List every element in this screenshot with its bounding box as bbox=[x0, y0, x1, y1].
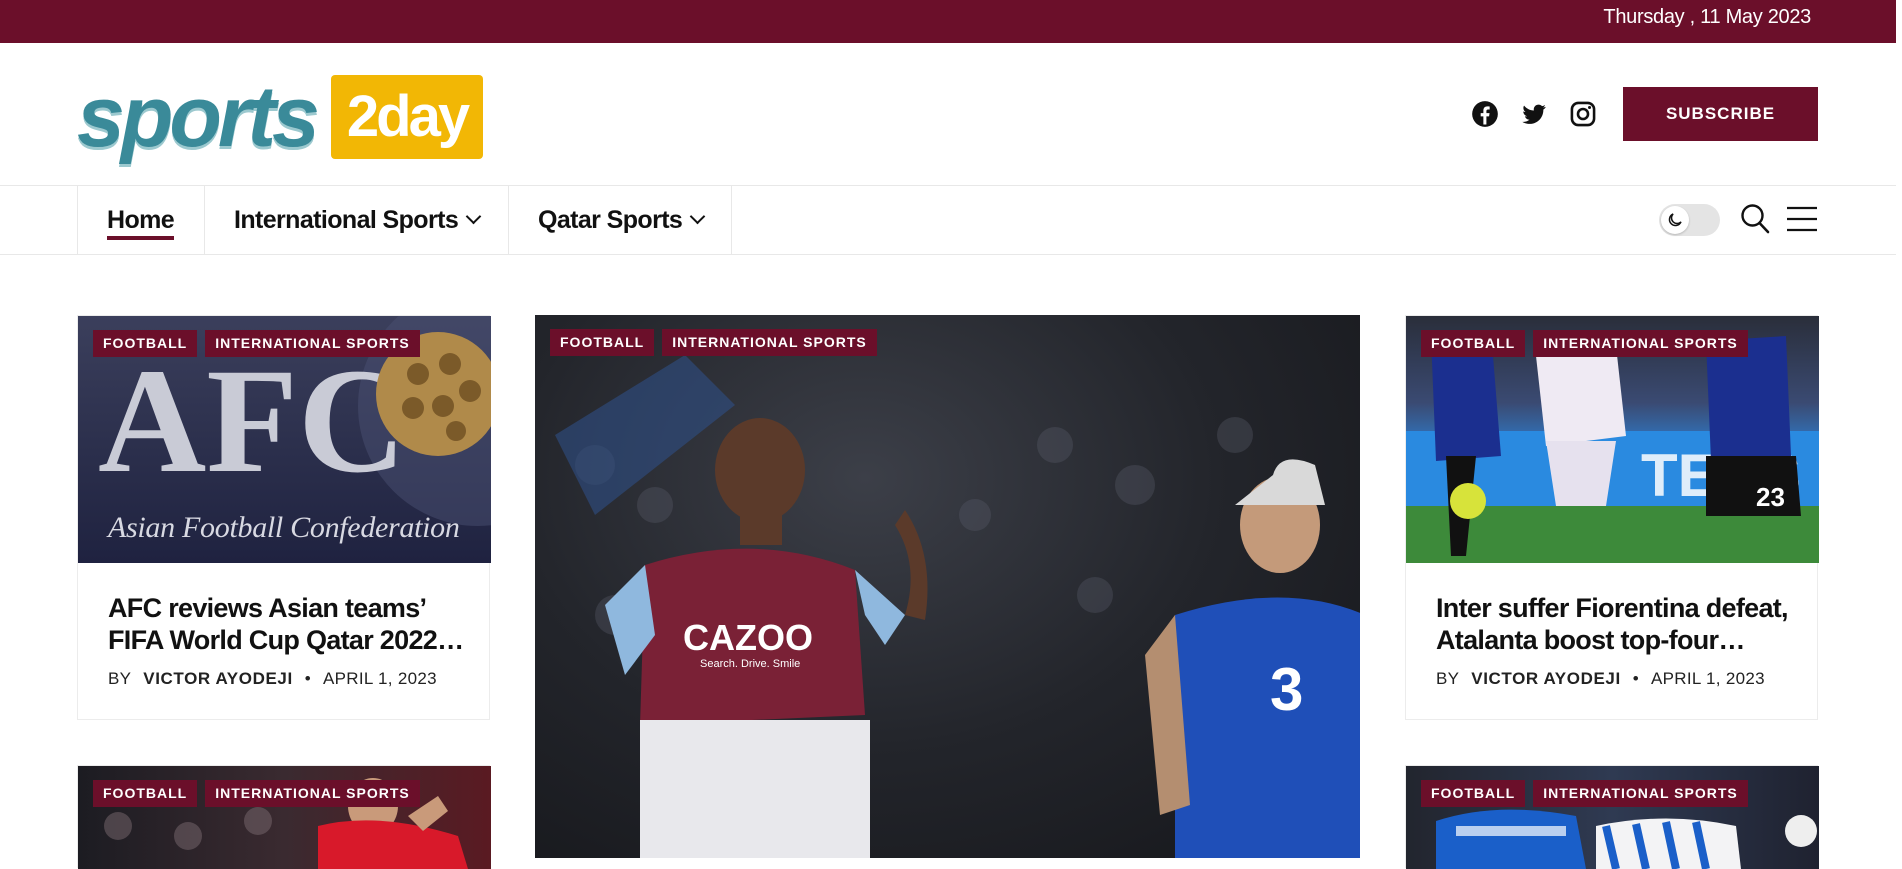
site-header: sports 2day SUBSCRIBE bbox=[0, 43, 1896, 186]
afc-logo-letters: AFC bbox=[98, 338, 406, 504]
article-title-line[interactable]: Inter suffer Fiorentina defeat, bbox=[1436, 592, 1806, 624]
top-bar: Thursday , 11 May 2023 bbox=[0, 0, 1896, 43]
moon-icon bbox=[1668, 213, 1682, 227]
meta-separator: • bbox=[304, 669, 312, 688]
nav-qatar-sports[interactable]: Qatar Sports bbox=[508, 186, 732, 255]
logo-text-sports: sports bbox=[77, 69, 320, 165]
nav-home[interactable]: Home bbox=[77, 186, 204, 255]
main-nav: Home International Sports Qatar Sports bbox=[0, 186, 1896, 255]
article-card[interactable]: AFC Asian Football Confederation FOOTBAL… bbox=[77, 315, 491, 720]
tag-football[interactable]: FOOTBALL bbox=[1421, 330, 1526, 357]
nav-international-sports[interactable]: International Sports bbox=[204, 186, 508, 255]
jersey-sponsor: CAZOO bbox=[683, 617, 813, 658]
tag-list: FOOTBALL INTERNATIONAL SPORTS bbox=[1421, 780, 1748, 807]
tag-international-sports[interactable]: INTERNATIONAL SPORTS bbox=[205, 780, 420, 807]
article-meta: BY VICTOR AYODEJI • APRIL 1, 2023 bbox=[1436, 669, 1765, 689]
article-meta: BY VICTOR AYODEJI • APRIL 1, 2023 bbox=[108, 669, 437, 689]
chevron-down-icon bbox=[465, 208, 482, 225]
tag-list: FOOTBALL INTERNATIONAL SPORTS bbox=[93, 330, 420, 357]
tag-football[interactable]: FOOTBALL bbox=[93, 330, 198, 357]
tag-football[interactable]: FOOTBALL bbox=[550, 329, 655, 356]
article-image[interactable]: FOOTBALL INTERNATIONAL SPORTS bbox=[1406, 766, 1819, 869]
meta-by: BY bbox=[1436, 669, 1460, 688]
subscribe-button[interactable]: SUBSCRIBE bbox=[1623, 87, 1818, 141]
article-title-line[interactable]: FIFA World Cup Qatar 2022… bbox=[108, 624, 478, 656]
instagram-icon[interactable] bbox=[1569, 100, 1597, 128]
facebook-icon[interactable] bbox=[1471, 100, 1499, 128]
article-card[interactable]: FOOTBALL INTERNATIONAL SPORTS bbox=[1405, 765, 1819, 869]
hamburger-menu-icon[interactable] bbox=[1787, 206, 1817, 232]
nav-international-label: International Sports bbox=[234, 206, 459, 234]
jersey-slogan: Search. Drive. Smile bbox=[700, 658, 800, 670]
toggle-knob bbox=[1661, 206, 1689, 234]
svg-text:3: 3 bbox=[1270, 656, 1303, 723]
article-image[interactable]: TENS 23 FOOTBALL INTERNATIONAL SPORTS bbox=[1406, 316, 1819, 563]
tag-international-sports[interactable]: INTERNATIONAL SPORTS bbox=[662, 329, 877, 356]
dark-mode-toggle[interactable] bbox=[1659, 204, 1720, 236]
meta-separator: • bbox=[1632, 669, 1640, 688]
tag-international-sports[interactable]: INTERNATIONAL SPORTS bbox=[1533, 780, 1748, 807]
featured-article-image[interactable]: CAZOO Search. Drive. Smile 3 FOOTBALL IN… bbox=[535, 315, 1360, 858]
tag-list: FOOTBALL INTERNATIONAL SPORTS bbox=[93, 780, 420, 807]
site-logo[interactable]: sports 2day bbox=[77, 73, 483, 161]
twitter-icon[interactable] bbox=[1520, 100, 1548, 128]
tag-international-sports[interactable]: INTERNATIONAL SPORTS bbox=[1533, 330, 1748, 357]
svg-text:23: 23 bbox=[1756, 482, 1785, 512]
page-edge bbox=[1896, 0, 1902, 868]
tag-list: FOOTBALL INTERNATIONAL SPORTS bbox=[550, 329, 877, 356]
chevron-down-icon bbox=[689, 208, 706, 225]
article-image[interactable]: AFC Asian Football Confederation FOOTBAL… bbox=[78, 316, 491, 563]
tag-list: FOOTBALL INTERNATIONAL SPORTS bbox=[1421, 330, 1748, 357]
nav-home-label: Home bbox=[107, 206, 175, 240]
article-card[interactable]: FOOTBALL INTERNATIONAL SPORTS bbox=[77, 765, 491, 869]
meta-by: BY bbox=[108, 669, 132, 688]
article-title-line[interactable]: Atalanta boost top-four… bbox=[1436, 624, 1806, 656]
article-image[interactable]: FOOTBALL INTERNATIONAL SPORTS bbox=[78, 766, 491, 869]
meta-date: APRIL 1, 2023 bbox=[1651, 669, 1765, 688]
featured-article-card[interactable]: CAZOO Search. Drive. Smile 3 FOOTBALL IN… bbox=[535, 315, 1360, 868]
meta-author[interactable]: VICTOR AYODEJI bbox=[1471, 669, 1620, 688]
afc-caption: Asian Football Confederation bbox=[108, 511, 460, 544]
tag-international-sports[interactable]: INTERNATIONAL SPORTS bbox=[205, 330, 420, 357]
nav-qatar-label: Qatar Sports bbox=[538, 206, 683, 234]
meta-date: APRIL 1, 2023 bbox=[323, 669, 437, 688]
search-icon[interactable] bbox=[1740, 203, 1770, 235]
current-date: Thursday , 11 May 2023 bbox=[1603, 6, 1811, 28]
meta-author[interactable]: VICTOR AYODEJI bbox=[143, 669, 292, 688]
logo-text-2day: 2day bbox=[331, 75, 483, 159]
article-card[interactable]: TENS 23 FOOTBALL INTERNATIONAL SPORTS In… bbox=[1405, 315, 1819, 720]
tag-football[interactable]: FOOTBALL bbox=[93, 780, 198, 807]
tag-football[interactable]: FOOTBALL bbox=[1421, 780, 1526, 807]
article-title-line[interactable]: AFC reviews Asian teams’ bbox=[108, 592, 478, 624]
